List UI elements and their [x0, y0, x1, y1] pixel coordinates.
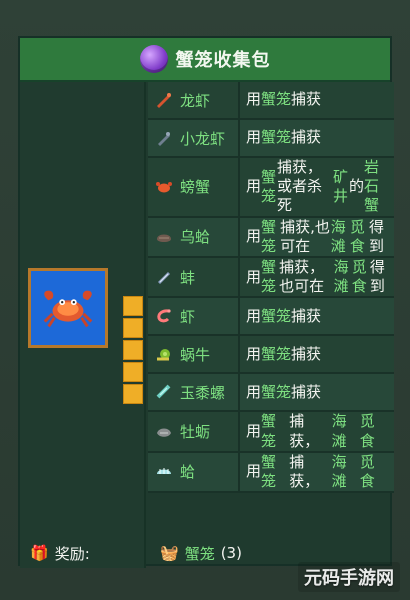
- item-name: 牡蛎: [180, 423, 211, 441]
- crab-icon: [43, 290, 93, 328]
- reward-item-name: 蟹笼: [184, 544, 215, 563]
- table-row: 蜗牛 用蟹笼 捕获: [148, 336, 394, 375]
- item-name-cell: 蛤: [148, 452, 240, 492]
- table-row: 螃蟹 用蟹笼 捕获，或者杀死 矿井的岩石蟹: [148, 158, 394, 218]
- table-row: 小龙虾 用蟹笼 捕获: [148, 120, 394, 158]
- watermark: 元码手游网: [298, 562, 400, 592]
- item-name: 小龙虾: [180, 129, 226, 148]
- bundle-slot[interactable]: [123, 340, 143, 360]
- item-name: 玉黍螺: [180, 383, 226, 402]
- item-name-cell: 蜗牛: [148, 336, 240, 373]
- item-name: 乌蛤: [180, 228, 211, 247]
- item-name: 蚌: [180, 268, 196, 287]
- purple-bundle-icon: [139, 45, 168, 73]
- item-description: 用蟹笼 捕获: [246, 306, 322, 325]
- reward-label-wrap: 🎁 奖励:: [30, 543, 152, 564]
- bundle-header: 蟹笼收集包: [20, 38, 390, 82]
- reward-item: 🧺 蟹笼 (3): [160, 543, 242, 564]
- bundle-slot[interactable]: [123, 384, 143, 404]
- oyster-icon: [154, 422, 174, 442]
- snail-icon: [154, 344, 174, 364]
- item-name: 虾: [180, 307, 196, 326]
- crayfish-icon: [154, 128, 174, 148]
- table-row: 乌蛤 用蟹笼 捕获,也可在 海滩 觅食 得到: [148, 217, 394, 258]
- page-title: 蟹笼收集包: [175, 50, 271, 71]
- crab-icon: [154, 177, 174, 197]
- item-name-cell: 虾: [148, 298, 240, 335]
- bundle-slot[interactable]: [123, 296, 143, 316]
- table-row: 牡蛎 用蟹笼 捕获， 海滩 觅食: [148, 412, 394, 453]
- reward-quantity: (3): [220, 544, 242, 562]
- bundle-item-table: 龙虾 用蟹笼 捕获 小龙虾 用蟹笼 捕获 螃蟹 用 蟹笼 捕获，或者杀死 矿井 …: [148, 82, 394, 538]
- item-description: 用蟹笼 捕获: [246, 344, 322, 363]
- clam-icon: [154, 462, 174, 482]
- item-name-cell: 牡蛎: [148, 412, 240, 451]
- item-name: 螃蟹: [180, 178, 211, 197]
- item-name-cell: 龙虾: [148, 82, 240, 118]
- table-row: 龙虾 用蟹笼 捕获: [148, 82, 394, 120]
- item-name-cell: 玉黍螺: [148, 374, 240, 411]
- item-name: 龙虾: [180, 91, 211, 110]
- item-name: 蛤: [180, 463, 196, 482]
- gift-icon: 🎁: [30, 544, 49, 562]
- periwinkle-icon: [154, 382, 174, 402]
- item-description: 用蟹笼 捕获,也可在 海滩 觅食 得到: [246, 217, 384, 255]
- table-row: 蛤 用蟹笼 捕获， 海滩 觅食: [148, 452, 394, 494]
- item-description: 用蟹笼 捕获，或者杀死 矿井的岩石蟹: [246, 158, 380, 215]
- bundle-screen: 蟹笼收集包 龙虾 用 蟹笼 捕获 小龙虾 用 蟹笼 捕获 螃蟹 用 蟹笼 捕获，…: [0, 0, 410, 600]
- item-name: 蜗牛: [180, 345, 211, 364]
- bundle-slot-column: [123, 296, 145, 404]
- item-description: 用蟹笼 捕获，也可在 海滩 觅食 得到: [246, 257, 385, 296]
- item-description: 用蟹笼 捕获， 海滩 觅食: [246, 412, 375, 450]
- item-name-cell: 小龙虾: [148, 120, 240, 156]
- cockle-icon: [154, 227, 174, 247]
- item-name-cell: 螃蟹: [148, 158, 240, 216]
- bundle-left-panel: [20, 82, 146, 568]
- item-name-cell: 乌蛤: [148, 217, 240, 256]
- reward-label: 奖励:: [54, 544, 90, 563]
- item-description: 用蟹笼 捕获: [246, 382, 322, 401]
- shrimp-icon: [154, 306, 174, 326]
- bundle-frame: 蟹笼收集包 龙虾 用 蟹笼 捕获 小龙虾 用 蟹笼 捕获 螃蟹 用 蟹笼 捕获，…: [18, 36, 394, 568]
- item-description: 用蟹笼 捕获， 海滩 觅食: [246, 452, 375, 490]
- mussel-icon: [154, 267, 174, 287]
- table-row: 玉黍螺 用蟹笼 捕获: [148, 374, 394, 413]
- bundle-slot[interactable]: [123, 362, 143, 382]
- item-name-cell: 蚌: [148, 257, 240, 297]
- crab-pot-icon: 🧺: [160, 544, 179, 562]
- bundle-slot[interactable]: [123, 318, 143, 338]
- table-row: 虾 用蟹笼 捕获: [148, 298, 394, 337]
- table-row: 蚌 用蟹笼 捕获，也可在 海滩 觅食 得到: [148, 257, 394, 299]
- item-description: 用蟹笼 捕获: [246, 90, 322, 109]
- lobster-icon: [154, 90, 174, 110]
- crab-reward-panel: [28, 268, 108, 348]
- item-description: 用蟹笼 捕获: [246, 128, 322, 147]
